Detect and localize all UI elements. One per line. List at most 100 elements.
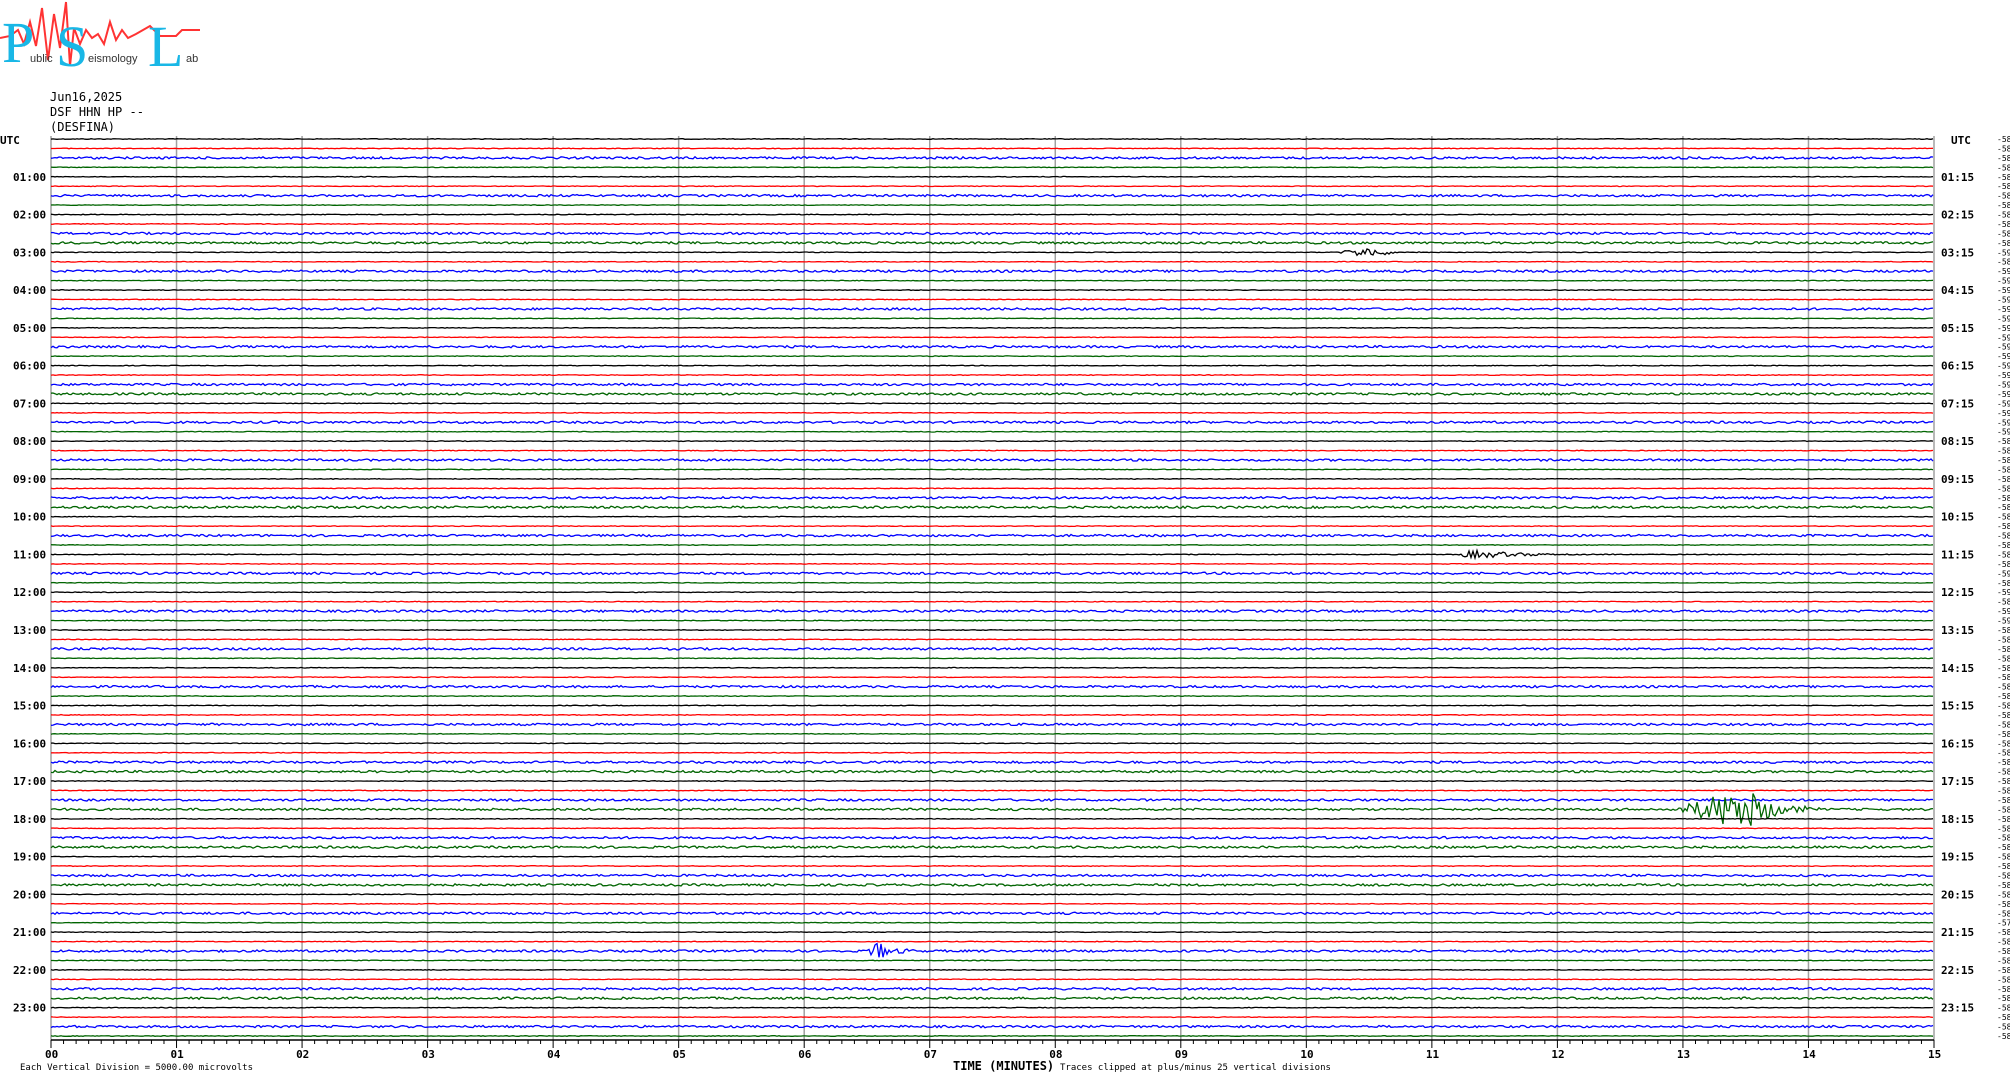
trace-line: [50, 505, 1934, 510]
trace-offset-label: -5894: [1997, 239, 2010, 248]
trace-offset-label: -5818: [1997, 758, 2010, 767]
hour-label-left: 07:00: [13, 397, 46, 410]
trace-line: [50, 911, 1934, 916]
trace-line: [50, 138, 1934, 140]
trace-offset-label: -5809: [1997, 787, 2010, 796]
x-tick-label: 12: [1551, 1048, 1564, 1061]
trace-line: [50, 780, 1934, 783]
trace-offset-label: -5806: [1997, 843, 2010, 852]
trace-offset-label: -5837: [1997, 994, 2010, 1003]
trace-line: [50, 289, 1934, 292]
trace-line: [50, 676, 1934, 679]
x-tick-label: 10: [1300, 1048, 1313, 1061]
trace-offset-label: -5886: [1997, 173, 2010, 182]
trace-line: [50, 769, 1934, 774]
trace-line: [51, 959, 1934, 962]
trace-offset-label: -5892: [1997, 626, 2010, 635]
trace-offset-label: -5897: [1997, 598, 2010, 607]
trace-line: [51, 147, 1934, 150]
trace-line: [50, 306, 1934, 311]
trace-line: [50, 402, 1934, 405]
trace-offset-label: -5855: [1997, 692, 2010, 701]
trace-offset-label: -5812: [1997, 909, 2010, 918]
hour-label-left: 21:00: [13, 926, 46, 939]
trace-line: [50, 155, 1934, 160]
hour-label-left: 20:00: [13, 888, 46, 901]
trace-offset-label: -5828: [1997, 966, 2010, 975]
trace-line: [50, 684, 1934, 689]
trace-offset-label: -5921: [1997, 399, 2010, 408]
trace-line: [50, 704, 1934, 707]
trace-offset-label: -5904: [1997, 588, 2010, 597]
trace-offset-label: -5804: [1997, 824, 2010, 833]
trace-offset-label: -5890: [1997, 484, 2010, 493]
trace-offset-label: -5893: [1997, 494, 2010, 503]
x-tick-label: 14: [1802, 1048, 1816, 1061]
trace-line: [50, 722, 1934, 727]
trace-offset-label: -5829: [1997, 749, 2010, 758]
trace-line: [51, 458, 1934, 463]
helicorder-plot: -5883-5880-5886-5885-5886-5885-5885-5887…: [0, 134, 2010, 1061]
trace-line: [50, 1035, 1934, 1037]
hour-label-right: 20:15: [1941, 888, 1974, 901]
trace-offset-label: -5885: [1997, 192, 2010, 201]
trace-offset-label: -5875: [1997, 503, 2010, 512]
trace-offset-label: -5813: [1997, 796, 2010, 805]
trace-offset-label: -5916: [1997, 418, 2010, 427]
trace-line: [50, 798, 1934, 802]
hour-label-left: 22:00: [13, 964, 46, 977]
x-tick-label: 01: [171, 1048, 185, 1061]
trace-offset-label: -5855: [1997, 475, 2010, 484]
trace-offset-label: -5884: [1997, 513, 2010, 522]
scale-note: Each Vertical Division = 5000.00 microvo…: [20, 1063, 253, 1073]
trace-line: [50, 793, 1934, 826]
trace-line: [50, 827, 1934, 830]
trace-offset-label: -5925: [1997, 305, 2010, 314]
trace-line: [50, 391, 1934, 396]
trace-offset-label: -5873: [1997, 447, 2010, 456]
trace-line: [50, 420, 1934, 425]
trace-line: [50, 996, 1934, 1001]
x-tick-label: 00: [45, 1048, 58, 1061]
x-tick-label: 05: [673, 1048, 686, 1061]
trace-line: [50, 1024, 1934, 1029]
trace-line: [50, 468, 1934, 471]
trace-offset-label: -5850: [1997, 683, 2010, 692]
trace-line: [50, 760, 1934, 765]
hour-label-left: 18:00: [13, 813, 46, 826]
trace-line: [50, 269, 1934, 274]
trace-line: [50, 344, 1934, 349]
trace-offset-label: -5908: [1997, 286, 2010, 295]
hour-label-right: 12:15: [1941, 586, 1974, 599]
trace-offset-label: -5815: [1997, 928, 2010, 937]
trace-line: [50, 525, 1933, 528]
trace-line: [50, 882, 1934, 887]
trace-offset-label: -5887: [1997, 550, 2010, 559]
trace-line: [50, 817, 1934, 820]
trace-offset-label: -5889: [1997, 541, 2010, 550]
x-tick-label: 15: [1928, 1048, 1941, 1061]
clip-note: Traces clipped at plus/minus 25 vertical…: [1060, 1063, 1331, 1073]
x-tick-label: 09: [1175, 1048, 1188, 1061]
trace-line: [50, 713, 1934, 716]
trace-offset-label: -5875: [1997, 437, 2010, 446]
hour-label-left: 01:00: [13, 171, 46, 184]
trace-offset-label: -5836: [1997, 975, 2010, 984]
trace-line: [50, 591, 1934, 594]
trace-offset-label: -5847: [1997, 1013, 2010, 1022]
trace-offset-label: -5891: [1997, 211, 2010, 220]
trace-offset-label: -5925: [1997, 380, 2010, 389]
trace-offset-label: -5883: [1997, 135, 2010, 144]
trace-line: [50, 326, 1934, 329]
trace-line: [50, 1016, 1934, 1019]
trace-line: [50, 619, 1934, 622]
trace-line: [50, 166, 1934, 169]
trace-offset-label: -5872: [1997, 664, 2010, 673]
hour-label-left: 10:00: [13, 511, 46, 524]
trace-offset-label: -5910: [1997, 428, 2010, 437]
trace-line: [50, 430, 1933, 433]
hour-label-right: 08:15: [1941, 435, 1974, 448]
trace-line: [50, 411, 1934, 414]
trace-offset-label: -5838: [1997, 1004, 2010, 1013]
trace-line: [51, 646, 1934, 651]
